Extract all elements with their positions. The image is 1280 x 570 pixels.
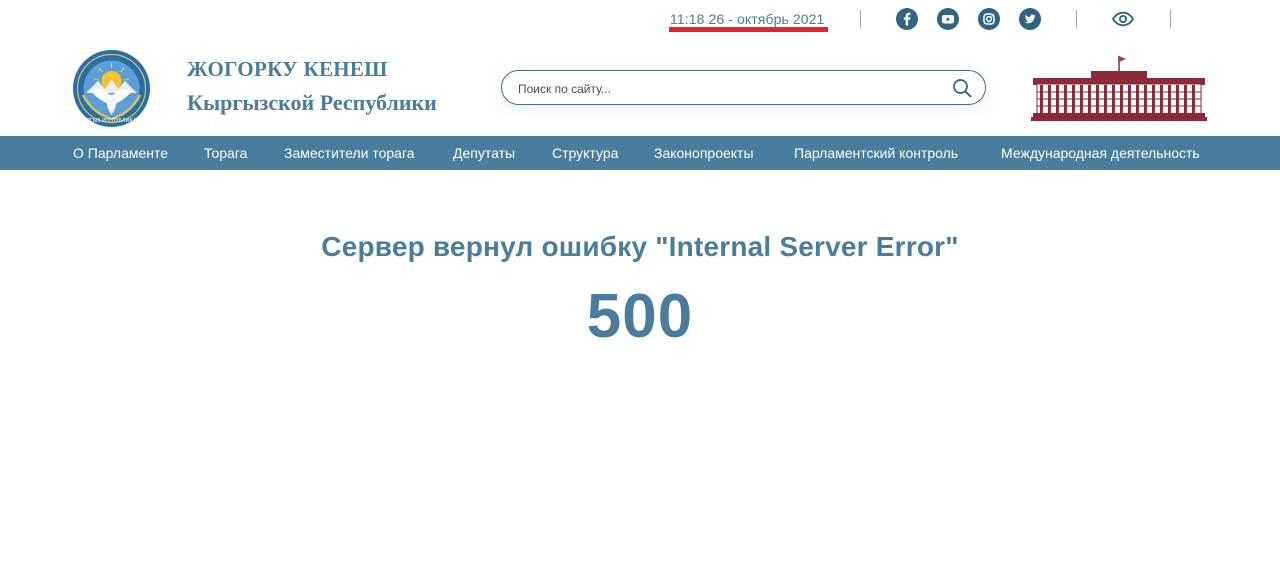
nav-item-about-parliament[interactable]: О Парламенте: [73, 136, 168, 170]
divider: [1076, 10, 1077, 28]
search-box: [501, 70, 986, 105]
state-emblem-logo[interactable]: КЫРГЫЗ РЕСПУБЛИКАСЫ: [72, 49, 151, 128]
brand-title[interactable]: ЖОГОРКУ КЕНЕШ: [187, 57, 388, 82]
nav-item-toraga[interactable]: Торага: [204, 136, 247, 170]
brand-subtitle[interactable]: Кыргызской Республики: [187, 90, 437, 116]
search-icon[interactable]: [951, 77, 973, 99]
datetime-highlight-underline: [669, 27, 828, 32]
twitter-icon[interactable]: [1019, 8, 1041, 30]
main-navigation: О Парламенте Торага Заместители торага Д…: [0, 136, 1280, 170]
nav-item-international-activity[interactable]: Международная деятельность: [1001, 136, 1200, 170]
nav-item-deputy-toraga[interactable]: Заместители торага: [284, 136, 415, 170]
error-code: 500: [586, 282, 694, 351]
page: 11:18 26 - октябрь 2021 КЫРГЫЗ РЕСПУБЛИК…: [0, 0, 1280, 570]
nav-item-deputies[interactable]: Депутаты: [453, 136, 515, 170]
facebook-icon[interactable]: [896, 8, 918, 30]
svg-text:КЫРГЫЗ РЕСПУБЛИКАСЫ: КЫРГЫЗ РЕСПУБЛИКАСЫ: [79, 118, 145, 124]
nav-item-structure[interactable]: Структура: [552, 136, 618, 170]
instagram-icon[interactable]: [978, 8, 1000, 30]
divider: [860, 10, 861, 28]
search-input[interactable]: [516, 78, 940, 100]
parliament-building-image: [1031, 54, 1207, 124]
youtube-icon[interactable]: [937, 8, 959, 30]
current-datetime: 11:18 26 - октябрь 2021: [670, 11, 825, 27]
nav-item-bills[interactable]: Законопроекты: [654, 136, 754, 170]
nav-item-parliamentary-control[interactable]: Парламентский контроль: [794, 136, 958, 170]
error-message: Сервер вернул ошибку "Internal Server Er…: [321, 231, 959, 262]
divider: [1170, 10, 1171, 28]
eye-icon[interactable]: [1111, 9, 1135, 29]
